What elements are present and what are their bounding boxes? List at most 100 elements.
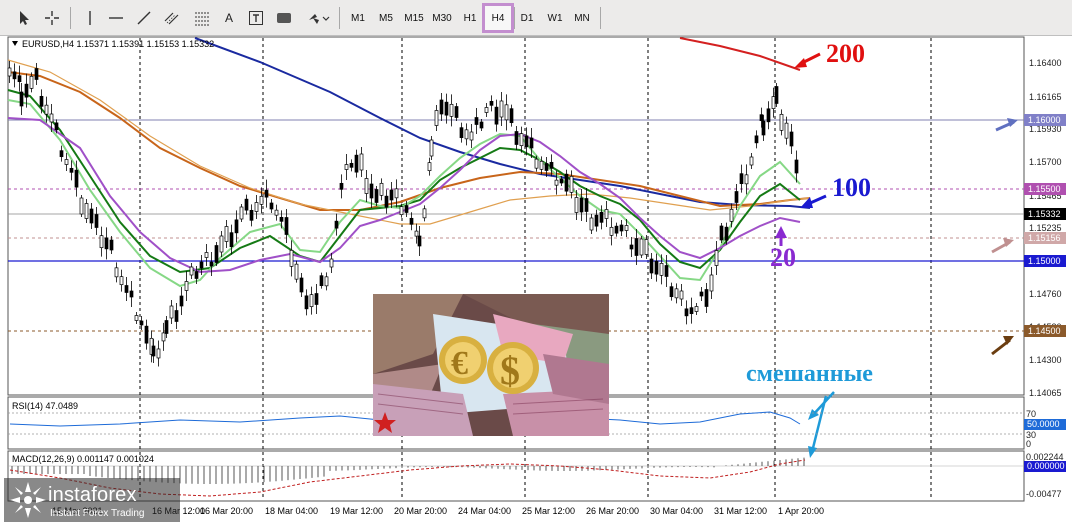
candle-body — [339, 182, 344, 190]
candle-body — [369, 183, 374, 199]
candle-body — [399, 206, 404, 216]
candle-body — [64, 159, 69, 165]
candle-body — [114, 267, 119, 278]
candle-body — [504, 104, 509, 121]
candle-body — [139, 320, 144, 326]
price-tag-label: 1.14500 — [1028, 326, 1061, 336]
candle-body — [214, 245, 219, 263]
candle-body — [161, 332, 166, 342]
candle-body — [324, 276, 329, 287]
candle-body — [684, 308, 689, 317]
candle-body — [539, 160, 544, 170]
candle-body — [534, 158, 539, 169]
candle-body — [354, 154, 359, 173]
candle-body — [29, 75, 34, 89]
time-label: 20 Mar 20:00 — [394, 506, 447, 516]
price-scale: 1.16400 1.16165 1.15930 1.15700 1.15465 … — [1029, 58, 1062, 398]
tab-mn[interactable]: MN — [569, 7, 595, 29]
candle-body — [59, 150, 64, 158]
currency-photo: € $ — [373, 294, 609, 436]
price-chart[interactable]: 1.16400 1.16165 1.15930 1.15700 1.15465 … — [0, 36, 1072, 524]
candle-body — [134, 315, 139, 321]
price-label: 1.15235 — [1029, 223, 1062, 233]
candle-body — [144, 325, 149, 344]
arrows-icon[interactable] — [306, 7, 332, 29]
candle-body — [344, 164, 349, 170]
candle-body — [634, 238, 639, 256]
channel-icon[interactable] — [162, 7, 182, 29]
candle-body — [669, 286, 674, 298]
candle-body — [524, 135, 529, 148]
candle-body — [239, 206, 244, 220]
text-label-icon[interactable] — [246, 7, 266, 29]
trendline-icon[interactable] — [134, 7, 154, 29]
tab-m30[interactable]: M30 — [429, 7, 455, 29]
candle-body — [124, 285, 129, 293]
vertical-line-icon[interactable] — [80, 7, 100, 29]
candle-body — [714, 250, 719, 266]
candle-body — [734, 191, 739, 203]
macd-scale-label: -0.00477 — [1026, 489, 1062, 499]
horizontal-line-icon[interactable] — [106, 7, 126, 29]
candle-body — [7, 67, 12, 77]
candle-body — [519, 133, 524, 147]
candle-body — [17, 75, 22, 83]
candle-body — [559, 178, 564, 184]
candle-body — [284, 217, 289, 235]
candle-body — [409, 217, 414, 225]
price-tag-label: 1.15500 — [1028, 184, 1061, 194]
price-label: 1.14300 — [1029, 355, 1062, 365]
candle-body — [594, 214, 599, 227]
candle-body — [544, 163, 549, 171]
candle-body — [564, 173, 569, 192]
time-label: 30 Mar 04:00 — [650, 506, 703, 516]
tab-d1[interactable]: D1 — [514, 7, 540, 29]
candle-body — [599, 211, 604, 223]
candle-body — [569, 175, 574, 193]
candle-body — [654, 260, 659, 275]
tab-m15[interactable]: M15 — [401, 7, 427, 29]
tab-m5[interactable]: M5 — [373, 7, 399, 29]
candle-body — [639, 238, 644, 256]
candle-body — [109, 239, 114, 251]
cursor-icon[interactable] — [14, 7, 34, 29]
tab-h1[interactable]: H1 — [457, 7, 483, 29]
candle-body — [264, 189, 269, 198]
price-label: 1.16165 — [1029, 92, 1062, 102]
candle-body — [49, 113, 54, 123]
candle-body — [314, 293, 319, 305]
ma200-annotation: 200 — [826, 39, 865, 68]
fibonacci-icon[interactable] — [192, 7, 212, 29]
rectangle-icon[interactable] — [274, 7, 294, 29]
tab-h4[interactable]: H4 — [482, 3, 514, 33]
candle-body — [94, 214, 99, 228]
candle-body — [54, 122, 59, 131]
tab-m1[interactable]: M1 — [345, 7, 371, 29]
crosshair-icon[interactable] — [42, 7, 62, 29]
candle-body — [454, 106, 459, 118]
candle-body — [269, 202, 274, 210]
candle-body — [584, 198, 589, 212]
candle-body — [384, 195, 389, 208]
svg-text:€: € — [451, 345, 468, 382]
candle-body — [319, 275, 324, 287]
candle-body — [349, 162, 354, 168]
candle-body — [189, 266, 194, 276]
symbol-info: EURUSD,H4 1.15371 1.15391 1.15153 1.1533… — [22, 39, 214, 49]
candle-body — [244, 198, 249, 211]
candle-body — [674, 288, 679, 299]
candle-body — [24, 83, 29, 98]
candle-body — [84, 203, 89, 219]
tab-w1[interactable]: W1 — [542, 7, 568, 29]
time-label: 26 Mar 20:00 — [586, 506, 639, 516]
candle-body — [459, 127, 464, 139]
mixed-annotation: смешанные — [746, 361, 873, 387]
candle-body — [629, 244, 634, 250]
candle-body — [179, 295, 184, 307]
text-icon[interactable]: A — [220, 7, 238, 29]
candle-body — [664, 265, 669, 277]
candle-body — [694, 306, 699, 312]
candle-body — [119, 276, 124, 286]
candle-body — [209, 261, 214, 267]
rsi-title: RSI(14) 47.0489 — [12, 401, 78, 411]
